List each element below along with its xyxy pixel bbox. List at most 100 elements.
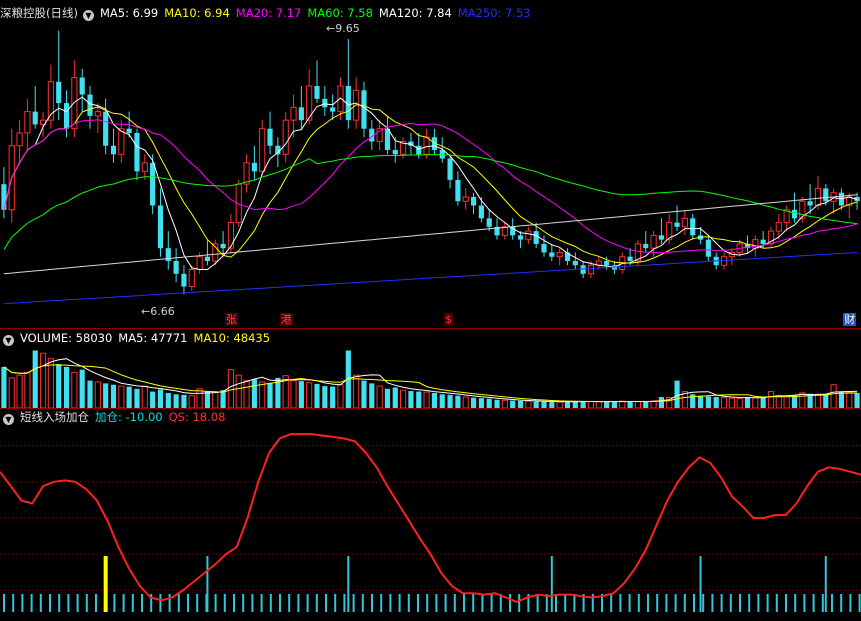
candle-body [423, 136, 430, 155]
volume-bar [431, 392, 437, 408]
candle-body [337, 85, 344, 113]
candle-body [243, 162, 250, 185]
candle-body [204, 256, 211, 261]
volume-bar [744, 397, 751, 408]
volume-bar [196, 388, 203, 409]
volume-bar [462, 396, 469, 409]
candle-body [16, 132, 23, 147]
event-tag-3[interactable]: 财 [843, 313, 857, 326]
candle-body [227, 222, 234, 249]
volume-bar [220, 390, 226, 408]
event-tag-2[interactable]: $ [444, 313, 454, 326]
volume-bar [611, 401, 618, 408]
volume-bar [204, 391, 211, 408]
candle-body [94, 111, 101, 117]
volume-bar [486, 398, 492, 408]
volume-bar [775, 395, 782, 409]
volume-bar [63, 366, 70, 408]
indicator-ma-label-1: QS: 18.08 [168, 410, 226, 424]
volume-bar [760, 397, 766, 408]
volume-bar [830, 384, 837, 409]
candle-body [478, 205, 484, 219]
volume-bar [353, 374, 360, 409]
volume-bar [408, 391, 414, 408]
candle-body [188, 269, 195, 288]
candle-body [251, 162, 257, 172]
volume-bar [212, 391, 219, 409]
chevron-down-icon[interactable]: ▼ [3, 414, 14, 425]
volume-bar [56, 364, 62, 408]
volume-bar [376, 385, 383, 409]
candle-body [330, 107, 336, 112]
volume-bar [564, 401, 571, 408]
volume-bar [227, 369, 234, 409]
stock-name[interactable]: 深粮控股(日线) [0, 6, 78, 20]
indicator-name[interactable]: 短线入场加仓 [20, 410, 89, 424]
indicator-legend: ▼ 短线入场加仓 加仓: -10.00 QS: 18.08 [0, 409, 237, 425]
volume-bar [705, 396, 711, 408]
chevron-down-icon[interactable]: ▼ [82, 10, 94, 21]
chevron-down-icon[interactable]: ▼ [3, 335, 14, 346]
volume-bar [314, 383, 320, 408]
volume-ma-label-1: MA5: 47771 [118, 331, 188, 345]
volume-bar [823, 394, 829, 408]
candle-body [282, 119, 289, 155]
volume-bar [181, 394, 187, 408]
candle-body [314, 86, 320, 99]
candle-body [141, 162, 148, 172]
volume-bar [697, 395, 704, 408]
candle-body [56, 81, 62, 104]
volume-bar [126, 386, 132, 408]
volume-bar [8, 377, 15, 409]
volume-bar [79, 369, 85, 408]
candle-body [462, 196, 469, 202]
ma250-line [3, 252, 858, 305]
volume-bar [173, 394, 179, 408]
volume-bar [1, 366, 7, 408]
volume-ma10-line [3, 364, 858, 403]
candle-body [549, 252, 555, 257]
candle-body [157, 205, 164, 249]
price-ma-label-0: MA5: 6.99 [99, 6, 159, 20]
price-ma-label-3: MA60: 7.58 [307, 6, 373, 20]
candle-body [267, 128, 273, 146]
candle-body [384, 128, 391, 151]
candle-body [807, 201, 813, 206]
volume-bar [478, 398, 484, 408]
candle-body [501, 226, 508, 236]
candle-body [455, 179, 461, 202]
event-tag-1[interactable]: 港 [279, 313, 293, 326]
volume-bar [24, 371, 31, 409]
volume-bar [16, 374, 23, 409]
volume-bar [103, 383, 109, 408]
volume-bar [846, 391, 853, 409]
candle-body [650, 234, 657, 249]
kline-chart-canvas [0, 30, 861, 612]
volume-bar [799, 392, 806, 409]
candle-body [298, 107, 304, 121]
volume-bar [627, 401, 633, 408]
candle-body [150, 162, 156, 206]
volume-bar [814, 393, 822, 409]
volume-bar [447, 394, 453, 408]
candle-body [658, 235, 664, 240]
candle-body [196, 256, 203, 271]
candle-body [580, 265, 586, 274]
volume-bar [392, 387, 398, 408]
candle-body [361, 90, 367, 129]
volume-bar [235, 374, 242, 409]
volume-bar [134, 388, 140, 408]
volume-bar [580, 401, 586, 408]
candle-body [322, 98, 328, 108]
volume-ma-labels: VOLUME: 58030 MA5: 47771 MA10: 48435 [20, 331, 276, 345]
candle-body [173, 260, 179, 274]
bottom-strip [0, 612, 861, 618]
volume-bar [87, 380, 93, 408]
volume-bar [251, 379, 257, 408]
price-ma-label-4: MA120: 7.84 [378, 6, 452, 20]
candle-body [259, 128, 266, 172]
event-tag-0[interactable]: 张 [224, 313, 238, 326]
volume-bar [619, 400, 626, 409]
volume-bar [141, 385, 148, 409]
volume-bar [118, 385, 125, 409]
